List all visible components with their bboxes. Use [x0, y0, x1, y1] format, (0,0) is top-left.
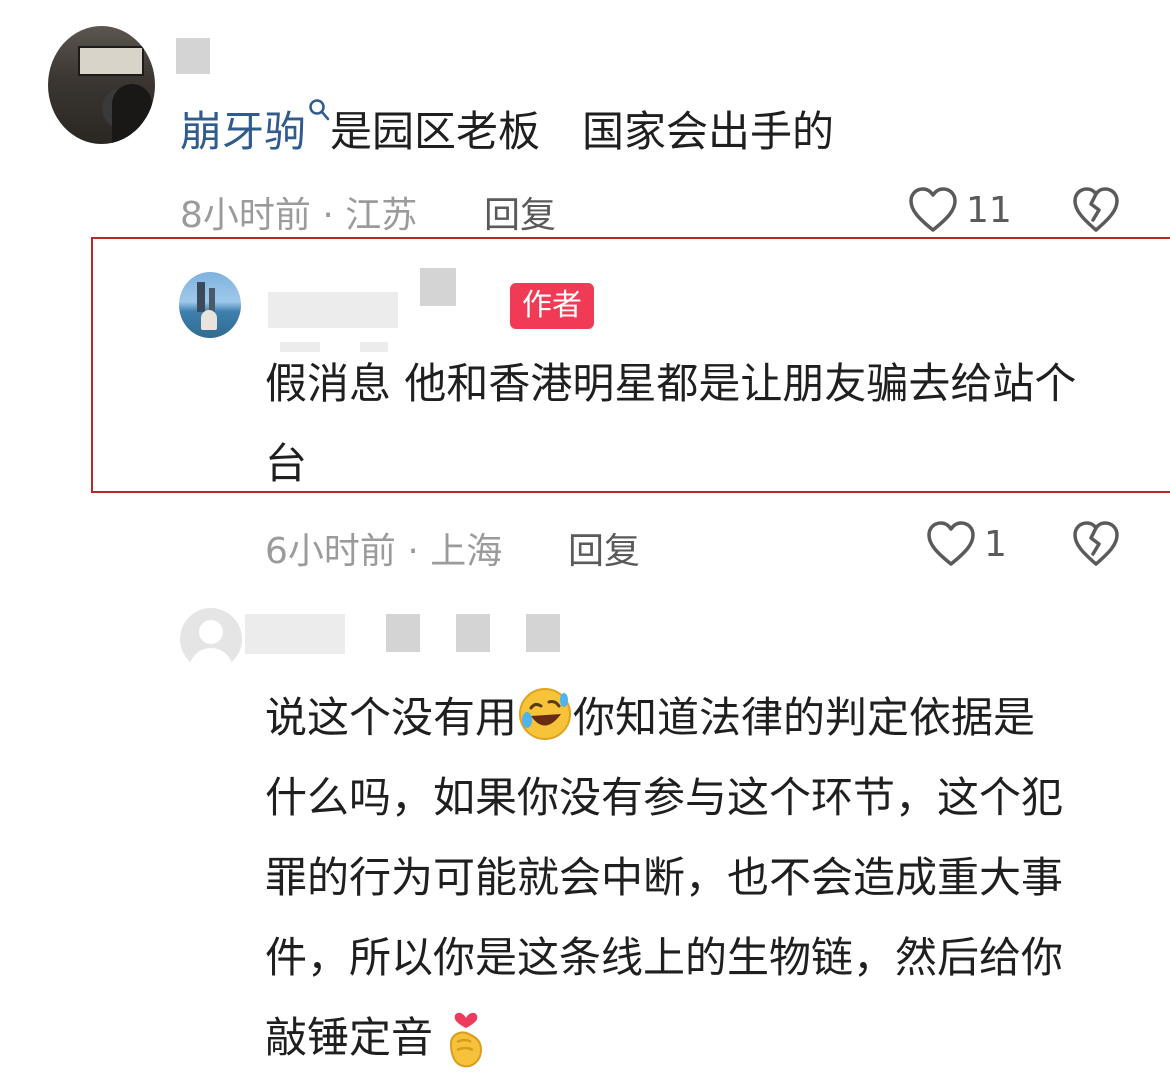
username-redacted — [386, 614, 420, 652]
username-redacted — [176, 38, 210, 74]
username-redacted — [420, 268, 456, 306]
like-count: 11 — [966, 190, 1012, 231]
reply-meta: 6小时前 · 上海 — [265, 531, 503, 572]
comment-text-line: 件，所以你是这条线上的生物链，然后给你 — [265, 933, 1064, 982]
comment-text-line: 什么吗，如果你没有参与这个环节，这个犯 — [265, 773, 1064, 822]
finger-heart-emoji-icon — [450, 1012, 483, 1068]
reply-button[interactable]: 回复 — [484, 186, 556, 238]
avatar-head-shape — [199, 620, 223, 644]
mention-link[interactable]: 崩牙驹 — [180, 99, 330, 156]
avatar-tower — [197, 282, 205, 312]
avatar-shop-sign — [78, 46, 144, 76]
search-icon — [309, 99, 330, 121]
broken-heart-icon[interactable] — [1072, 186, 1120, 234]
username-redacted — [526, 614, 560, 652]
like-count: 1 — [984, 524, 1007, 565]
comment-text-line: 说这个没有用 你知道法律的判定依据是 — [265, 678, 1035, 758]
avatar-body-shape — [189, 648, 233, 670]
avatar-figure — [201, 310, 217, 330]
reply-button[interactable]: 回复 — [568, 522, 640, 574]
reply-text-line: 台 — [265, 439, 308, 488]
rofl-emoji-icon — [519, 688, 572, 740]
comment-text-line: 罪的行为可能就会中断，也不会造成重大事 — [265, 853, 1064, 902]
avatar-tower — [209, 288, 215, 312]
comment-text-line: 敲锤定音 — [265, 998, 491, 1078]
username-redacted — [268, 292, 398, 328]
heart-outline-icon[interactable] — [908, 186, 958, 234]
comment-text: 崩牙驹 是园区老板 国家会出手的 — [180, 92, 834, 172]
author-badge: 作者 — [510, 283, 594, 329]
default-avatar[interactable] — [180, 608, 242, 670]
commenter-avatar[interactable] — [48, 26, 155, 144]
heart-outline-icon[interactable] — [926, 520, 976, 568]
reply-text-line: 假消息 他和香港明星都是让朋友骗去给站个 — [265, 359, 1077, 408]
username-redacted — [245, 614, 345, 654]
username-redacted — [456, 614, 490, 652]
author-avatar[interactable] — [179, 272, 241, 338]
avatar-person — [112, 84, 152, 144]
comment-meta: 8小时前 · 江苏 — [180, 195, 418, 236]
broken-heart-icon[interactable] — [1072, 520, 1120, 568]
